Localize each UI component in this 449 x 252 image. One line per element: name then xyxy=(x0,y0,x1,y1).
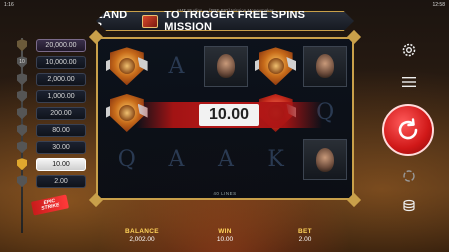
lines-label: 40 LINES xyxy=(213,191,237,196)
spin-icon xyxy=(398,118,418,140)
prize-ladder: 20,000.00 10 10,000.00 2,000.00 1,000.00 200.… xyxy=(8,38,86,233)
status-right: 12:58 xyxy=(432,1,445,8)
lion-shield-symbol xyxy=(251,43,301,90)
bonus-symbol-icon xyxy=(142,14,159,28)
shield-badge-icon: 10 xyxy=(15,55,29,69)
win-value: 10.00 xyxy=(216,236,234,243)
banner-prefix: LAND 3 xyxy=(96,9,128,33)
autoplay-icon[interactable] xyxy=(399,166,419,186)
ladder-value: 80.00 xyxy=(36,123,86,137)
game-stage: 1:16 12:58 AMT Studios — [FRF-BIG] Missi… xyxy=(0,0,449,252)
portrait-symbol xyxy=(204,46,248,87)
ladder-value: 2,000.00 xyxy=(36,72,86,86)
shield-badge-icon xyxy=(15,140,29,154)
ladder-row: 10.00 xyxy=(8,157,86,172)
ladder-row: 30.00 xyxy=(8,140,86,155)
shield-badge-icon xyxy=(15,174,29,188)
shield-badge-icon xyxy=(15,89,29,103)
balance-value: 2,002.00 xyxy=(129,236,155,243)
lion-shield-symbol xyxy=(102,43,152,90)
mission-banner: LAND 3 TO TRIGGER FREE SPINS MISSION xyxy=(96,11,354,31)
logo-line-2: STRIKE xyxy=(40,202,61,212)
card-symbol: Q xyxy=(117,147,136,173)
bet-value: 2.00 xyxy=(298,236,312,243)
ladder-row: 20,000.00 xyxy=(8,38,86,53)
spin-button[interactable] xyxy=(382,104,434,156)
card-symbol: A xyxy=(168,53,185,79)
menu-icon[interactable] xyxy=(399,72,419,92)
balance-display: BALANCE 2,002.00 xyxy=(112,228,172,243)
bet-display[interactable]: BET 2.00 xyxy=(275,228,335,243)
ladder-value: 10.00 xyxy=(36,157,86,171)
card-symbol: A xyxy=(218,147,234,173)
ladder-row: 10 10,000.00 xyxy=(8,55,86,70)
ladder-row: 2.00 xyxy=(8,174,86,189)
ladder-value: 10,000.00 xyxy=(36,55,86,69)
ladder-value: 200.00 xyxy=(36,106,86,120)
ladder-value: 1,000.00 xyxy=(36,89,86,103)
ladder-value: 30.00 xyxy=(36,140,86,154)
win-amount: 10.00 xyxy=(198,104,260,126)
ladder-badge-number: 10 xyxy=(19,59,25,66)
win-banner: 10.00 xyxy=(136,102,322,128)
win-label: WIN xyxy=(218,228,232,235)
gear-icon[interactable] xyxy=(399,40,419,60)
balance-label: BALANCE xyxy=(125,228,159,235)
bet-label: BET xyxy=(298,228,312,235)
ladder-row: 2,000.00 xyxy=(8,72,86,87)
card-symbol: K xyxy=(267,147,284,173)
shield-badge-icon xyxy=(15,38,29,52)
ladder-row: 80.00 xyxy=(8,123,86,138)
ladder-value: 2.00 xyxy=(36,174,86,188)
win-display: WIN 10.00 xyxy=(195,228,255,243)
shield-badge-icon xyxy=(15,123,29,137)
shield-badge-icon xyxy=(15,72,29,86)
ladder-row: 1,000.00 xyxy=(8,89,86,104)
shield-badge-icon xyxy=(15,157,29,171)
shield-badge-icon xyxy=(15,106,29,120)
portrait-symbol xyxy=(303,139,347,180)
bottom-bar: BALANCE 2,002.00 WIN 10.00 BET 2.00 xyxy=(0,228,449,252)
banner-suffix: TO TRIGGER FREE SPINS MISSION xyxy=(164,9,306,33)
game-logo: EPIC STRIKE xyxy=(30,194,70,216)
ladder-value: 20,000.00 xyxy=(36,38,86,52)
coins-icon[interactable] xyxy=(399,196,419,216)
portrait-symbol xyxy=(303,46,347,87)
status-left: 1:16 xyxy=(4,1,14,8)
ladder-row: 200.00 xyxy=(8,106,86,121)
card-symbol: A xyxy=(168,147,185,173)
reels-frame: AQQAAK 10.00 40 LINES xyxy=(96,37,354,200)
